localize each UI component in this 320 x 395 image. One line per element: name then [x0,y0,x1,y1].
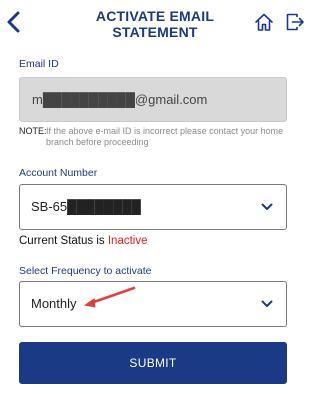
chevron-down-icon [261,203,273,210]
account-label: Account Number [19,167,98,179]
logout-icon[interactable] [285,12,305,32]
email-field: m██████████@gmail.com [19,77,287,122]
account-value: SB-65████████ [31,199,141,214]
annotation-arrow-icon [84,286,136,308]
chevron-left-icon[interactable] [4,10,24,34]
page-title: ACTIVATE EMAIL STATEMENT [95,8,215,40]
frequency-label: Select Frequency to activate [19,265,152,277]
status-label: Current Status is [19,235,105,247]
note: NOTE: If the above e-mail ID is incorrec… [19,126,289,147]
chevron-down-icon [261,300,273,307]
frequency-select[interactable]: Monthly [19,281,287,327]
home-icon[interactable] [254,12,274,32]
submit-button[interactable]: SUBMIT [19,342,287,384]
current-status: Current Status is Inactive [19,235,148,247]
header: ACTIVATE EMAIL STATEMENT [0,0,310,50]
email-label: Email ID [19,58,59,70]
status-value: Inactive [107,235,148,247]
frequency-value: Monthly [31,296,77,311]
email-value: m██████████@gmail.com [32,92,208,107]
note-text: If the above e-mail ID is incorrect plea… [46,126,284,147]
note-label: NOTE: [19,126,47,136]
account-select[interactable]: SB-65████████ [19,184,287,230]
